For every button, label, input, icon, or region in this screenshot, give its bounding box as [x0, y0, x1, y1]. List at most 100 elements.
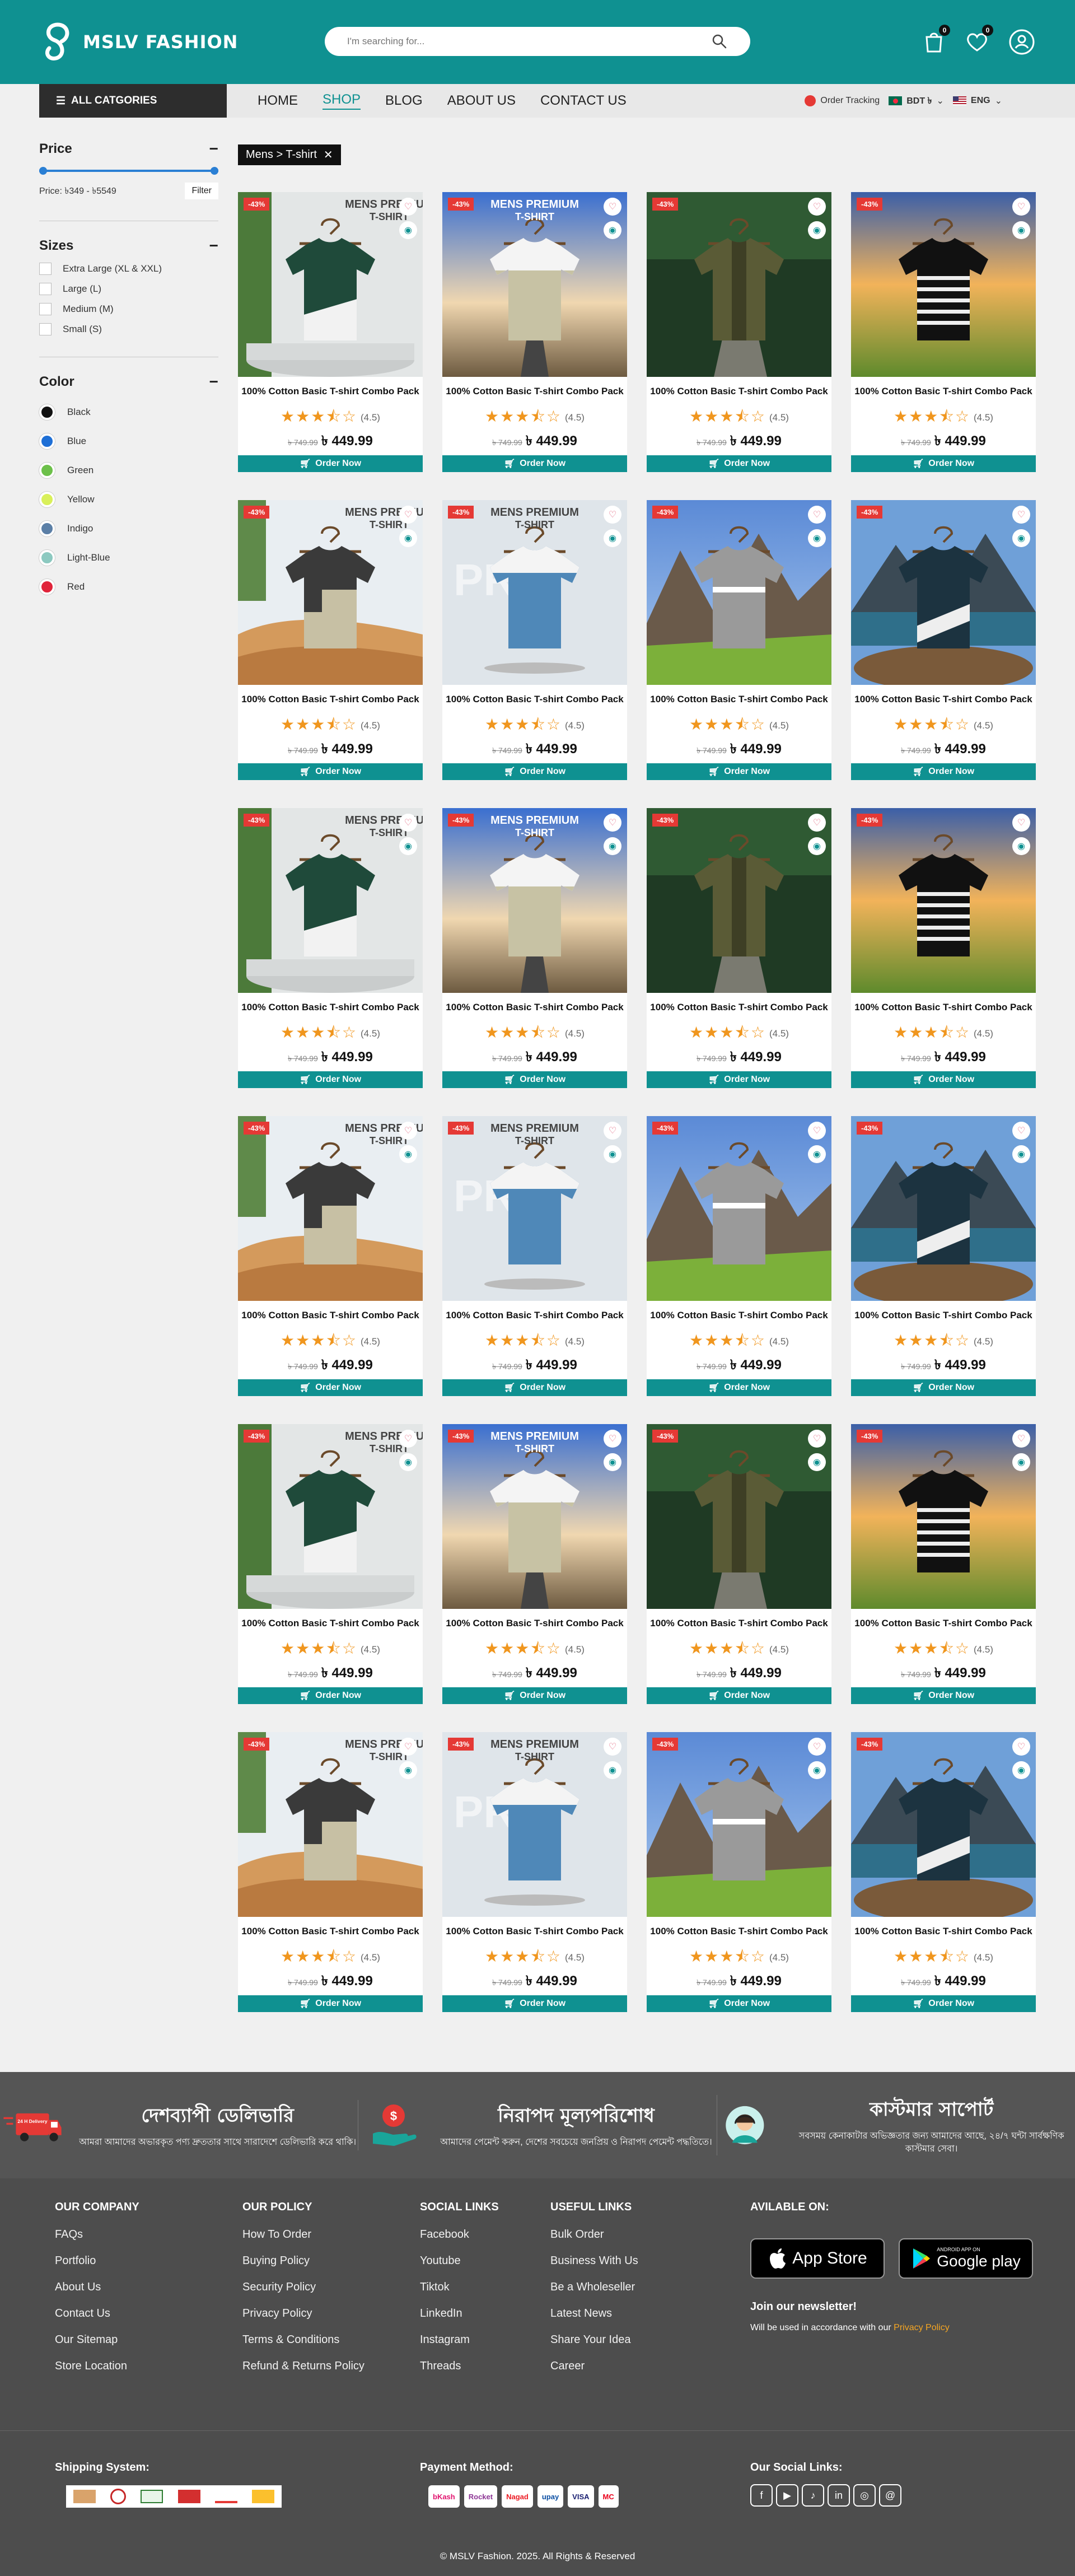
color-swatch[interactable]	[39, 404, 55, 420]
nav-shop[interactable]: SHOP	[322, 92, 361, 110]
footer-link[interactable]: Be a Wholeseller	[550, 2281, 638, 2294]
linkedin-icon[interactable]: in	[828, 2484, 850, 2507]
size-checkbox[interactable]	[39, 303, 52, 315]
order-now-button[interactable]: 🛒︎ Order Now	[442, 1379, 627, 1396]
product-card[interactable]: -43% ♡ ◉ 100% Cotton Basic T-shirt Combo Pa…	[647, 808, 831, 1088]
wishlist-heart-icon[interactable]: ♡	[604, 814, 621, 832]
order-now-button[interactable]: 🛒︎ Order Now	[647, 1995, 831, 2012]
color-swatch[interactable]	[39, 433, 55, 449]
product-card[interactable]: MENS PREMIUMT-SHIRT-43%♡◉100% Cotton Bas…	[442, 1424, 627, 1704]
product-image[interactable]: -43% ♡ ◉	[851, 1424, 1036, 1609]
product-card[interactable]: -43% ♡ ◉ 100% Cotton Basic T-shirt Combo Pa…	[647, 1116, 831, 1396]
wishlist-heart-icon[interactable]: ♡	[1012, 1430, 1030, 1448]
color-section-header[interactable]: Color −	[39, 373, 218, 391]
quick-view-eye-icon[interactable]: ◉	[1012, 1145, 1030, 1163]
product-image[interactable]: MENS PREMIUMT-SHIRT-43%♡◉	[442, 1424, 627, 1609]
sizes-section-header[interactable]: Sizes −	[39, 237, 218, 255]
collapse-icon[interactable]: −	[209, 237, 218, 255]
quick-view-eye-icon[interactable]: ◉	[399, 837, 417, 855]
product-card[interactable]: -43% ♡ ◉ 100% Cotton Basic T-shirt Combo Pa…	[647, 1732, 831, 2012]
product-card[interactable]: -43% ♡ ◉ 100% Cotton Basic T-shirt Combo Pa…	[851, 808, 1036, 1088]
color-option[interactable]: Red	[39, 579, 218, 595]
product-image[interactable]: -43% ♡ ◉	[851, 500, 1036, 685]
order-now-button[interactable]: 🛒︎ Order Now	[442, 763, 627, 780]
product-title[interactable]: 100% Cotton Basic T-shirt Combo Pack	[442, 1310, 627, 1321]
size-checkbox[interactable]	[39, 323, 52, 335]
quick-view-eye-icon[interactable]: ◉	[399, 221, 417, 239]
account-button[interactable]	[1008, 28, 1036, 56]
product-card[interactable]: MENS PREMIUMT-SHIRT-43%♡◉100% Cotton Bas…	[238, 500, 423, 780]
quick-view-eye-icon[interactable]: ◉	[399, 1761, 417, 1779]
color-option[interactable]: Green	[39, 463, 218, 478]
product-image[interactable]: -43% ♡ ◉	[851, 192, 1036, 377]
wishlist-heart-icon[interactable]: ♡	[604, 1738, 621, 1756]
footer-link[interactable]: Share Your Idea	[550, 2334, 638, 2346]
product-image[interactable]: MENS PREMIUMT-SHIRT-43%♡◉	[238, 808, 423, 993]
product-image[interactable]: MENS PREMIUMT-SHIRT-43%♡◉	[238, 1424, 423, 1609]
footer-link[interactable]: Security Policy	[242, 2281, 364, 2294]
privacy-policy-link[interactable]: Privacy Policy	[894, 2323, 950, 2332]
color-swatch[interactable]	[39, 579, 55, 595]
wishlist-heart-icon[interactable]: ♡	[808, 1738, 826, 1756]
footer-link[interactable]: Buying Policy	[242, 2255, 364, 2267]
product-title[interactable]: 100% Cotton Basic T-shirt Combo Pack	[238, 1002, 423, 1013]
quick-view-eye-icon[interactable]: ◉	[808, 529, 826, 547]
product-image[interactable]: PREMENS PREMIUMT-SHIRT-43%♡◉	[442, 1116, 627, 1301]
quick-view-eye-icon[interactable]: ◉	[1012, 529, 1030, 547]
quick-view-eye-icon[interactable]: ◉	[604, 529, 621, 547]
search-input[interactable]	[347, 36, 711, 47]
size-option[interactable]: Large (L)	[39, 283, 218, 295]
product-image[interactable]: -43% ♡ ◉	[647, 192, 831, 377]
search-icon[interactable]	[711, 33, 728, 50]
wishlist-heart-icon[interactable]: ♡	[1012, 1122, 1030, 1140]
product-card[interactable]: -43% ♡ ◉ 100% Cotton Basic T-shirt Combo Pa…	[647, 500, 831, 780]
language-select[interactable]: ENG ⌄	[952, 95, 1002, 106]
wishlist-heart-icon[interactable]: ♡	[808, 506, 826, 524]
color-option[interactable]: Indigo	[39, 521, 218, 536]
price-section-header[interactable]: Price −	[39, 140, 218, 158]
footer-link[interactable]: Instagram	[420, 2334, 499, 2346]
wishlist-heart-icon[interactable]: ♡	[808, 1122, 826, 1140]
size-option[interactable]: Medium (M)	[39, 303, 218, 315]
product-card[interactable]: MENS PREMIUMT-SHIRT-43%♡◉100% Cotton Bas…	[442, 192, 627, 472]
product-card[interactable]: MENS PREMIUMT-SHIRT-43%♡◉100% Cotton Bas…	[442, 808, 627, 1088]
brand-logo[interactable]: MSLV FASHION	[39, 21, 238, 63]
order-now-button[interactable]: 🛒︎ Order Now	[647, 1071, 831, 1088]
quick-view-eye-icon[interactable]: ◉	[399, 1145, 417, 1163]
order-now-button[interactable]: 🛒︎ Order Now	[851, 763, 1036, 780]
product-image[interactable]: -43% ♡ ◉	[647, 808, 831, 993]
product-title[interactable]: 100% Cotton Basic T-shirt Combo Pack	[442, 386, 627, 397]
product-title[interactable]: 100% Cotton Basic T-shirt Combo Pack	[238, 1310, 423, 1321]
order-now-button[interactable]: 🛒︎ Order Now	[238, 1379, 423, 1396]
instagram-icon[interactable]: ◎	[853, 2484, 876, 2507]
footer-link[interactable]: Bulk Order	[550, 2228, 638, 2241]
quick-view-eye-icon[interactable]: ◉	[604, 837, 621, 855]
product-card[interactable]: PREMENS PREMIUMT-SHIRT-43%♡◉100% Cotton …	[442, 500, 627, 780]
product-card[interactable]: MENS PREMIUMT-SHIRT-43%♡◉ 100% Cotton Bas…	[238, 808, 423, 1088]
google-play-button[interactable]: ANDROID APP ON Google play	[899, 2238, 1033, 2279]
nav-contact[interactable]: CONTACT US	[540, 93, 627, 109]
wishlist-heart-icon[interactable]: ♡	[1012, 198, 1030, 216]
product-card[interactable]: MENS PREMIUMT-SHIRT-43%♡◉100% Cotton Bas…	[238, 1732, 423, 2012]
footer-link[interactable]: Store Location	[55, 2360, 139, 2373]
app-store-button[interactable]: App Store	[750, 2238, 885, 2279]
order-now-button[interactable]: 🛒︎ Order Now	[238, 763, 423, 780]
wishlist-heart-icon[interactable]: ♡	[808, 198, 826, 216]
product-card[interactable]: MENS PREMIUMT-SHIRT-43%♡◉100% Cotton Bas…	[238, 192, 423, 472]
color-swatch[interactable]	[39, 463, 55, 478]
wishlist-heart-icon[interactable]: ♡	[808, 1430, 826, 1448]
footer-link[interactable]: Terms & Conditions	[242, 2334, 364, 2346]
quick-view-eye-icon[interactable]: ◉	[808, 1145, 826, 1163]
size-checkbox[interactable]	[39, 263, 52, 275]
order-now-button[interactable]: 🛒︎ Order Now	[238, 1687, 423, 1704]
order-now-button[interactable]: 🛒︎ Order Now	[851, 1995, 1036, 2012]
footer-link[interactable]: Youtube	[420, 2255, 499, 2267]
product-card[interactable]: -43% ♡ ◉ 100% Cotton Basic T-shirt Combo Pa…	[647, 1424, 831, 1704]
product-title[interactable]: 100% Cotton Basic T-shirt Combo Pack	[238, 1926, 423, 1937]
footer-link[interactable]: Our Sitemap	[55, 2334, 139, 2346]
footer-link[interactable]: About Us	[55, 2281, 139, 2294]
order-now-button[interactable]: 🛒︎ Order Now	[647, 763, 831, 780]
wishlist-heart-icon[interactable]: ♡	[399, 198, 417, 216]
price-range-slider[interactable]	[39, 167, 218, 175]
quick-view-eye-icon[interactable]: ◉	[808, 837, 826, 855]
